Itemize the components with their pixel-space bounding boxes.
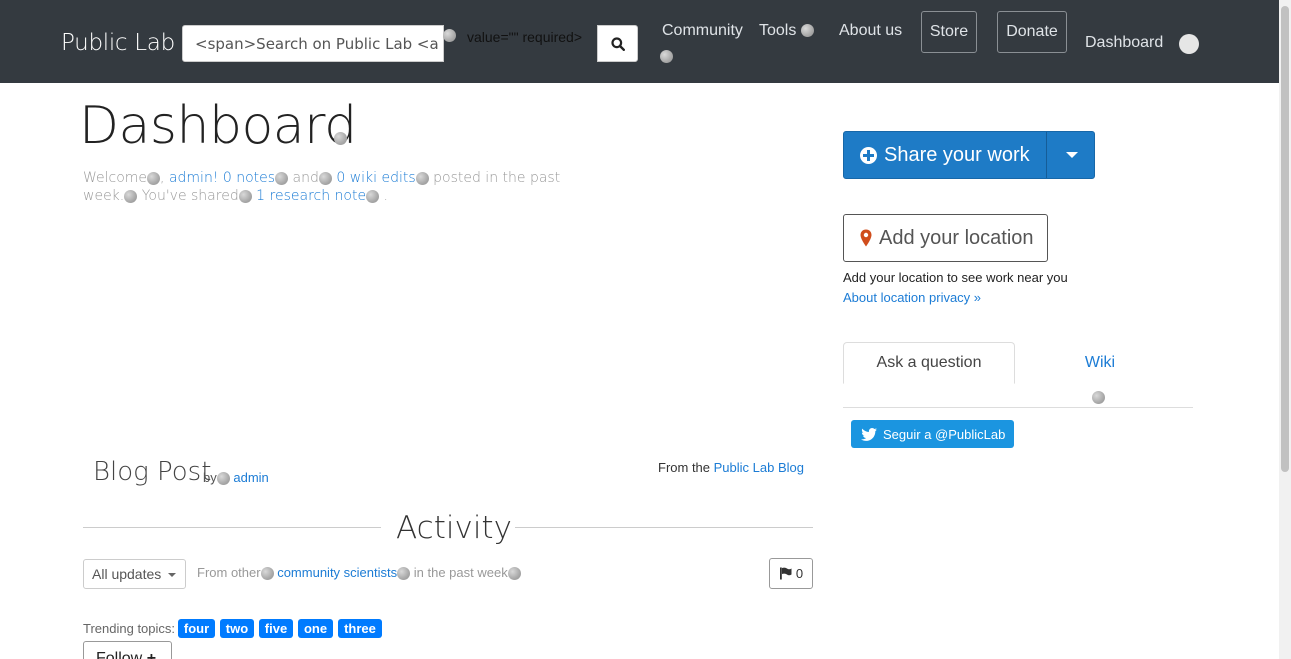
from-label: From the bbox=[658, 460, 711, 475]
flag-count: 0 bbox=[795, 566, 804, 581]
store-button[interactable]: Store bbox=[921, 11, 977, 53]
welcome-end: . bbox=[383, 188, 388, 204]
plus-icon: + bbox=[146, 650, 157, 659]
scrollbar-thumb[interactable] bbox=[1281, 6, 1289, 472]
nav-community[interactable]: Community bbox=[662, 22, 743, 40]
globe-icon bbox=[124, 189, 138, 203]
welcome-text: Welcome, admin! 0 notes and 0 wiki edits… bbox=[83, 169, 563, 205]
and-label: and bbox=[292, 170, 319, 186]
search-icon bbox=[610, 36, 625, 51]
community-scientists-link[interactable]: community scientists bbox=[277, 565, 397, 580]
blog-author-link[interactable]: admin bbox=[233, 470, 268, 485]
twitter-label: Seguir a @PublicLab bbox=[883, 426, 1006, 442]
blog-byline: by admin bbox=[203, 470, 269, 486]
admin-link[interactable]: admin! bbox=[169, 170, 218, 186]
follow-label: Follow bbox=[96, 650, 143, 659]
trending-label: Trending topics: bbox=[83, 621, 176, 636]
caret-down-icon bbox=[168, 573, 176, 577]
shared-label: You've shared bbox=[141, 188, 239, 204]
button-divider bbox=[1046, 132, 1047, 178]
globe-icon bbox=[147, 171, 161, 185]
brand-logo-text[interactable]: Public Lab bbox=[61, 30, 175, 56]
share-label: Share your work bbox=[884, 143, 1030, 166]
twitter-bird-icon bbox=[861, 427, 877, 441]
leaked-markup-text: value="" required> bbox=[467, 29, 583, 45]
filter-value: All updates bbox=[92, 566, 162, 582]
globe-icon bbox=[397, 567, 411, 581]
caret-down-icon[interactable] bbox=[1066, 152, 1078, 158]
tag-badge[interactable]: two bbox=[220, 619, 254, 638]
welcome-sep: , bbox=[160, 170, 169, 186]
globe-icon bbox=[443, 28, 456, 42]
activity-filter-select[interactable]: All updates bbox=[83, 559, 186, 589]
map-marker-icon bbox=[860, 229, 872, 247]
divider bbox=[83, 527, 381, 528]
search-button[interactable] bbox=[597, 25, 638, 62]
location-help-text: Add your location to see work near you bbox=[843, 270, 1068, 285]
location-label: Add your location bbox=[879, 226, 1034, 249]
nav-tools[interactable]: Tools bbox=[759, 22, 814, 40]
by-label: by bbox=[203, 470, 217, 485]
blog-source: From the Public Lab Blog bbox=[658, 460, 804, 475]
nav-dashboard[interactable]: Dashboard bbox=[1085, 34, 1163, 52]
globe-icon bbox=[238, 189, 252, 203]
top-navbar: Public Lab <span>Search on Public Lab <a… bbox=[0, 0, 1279, 83]
globe-icon bbox=[660, 50, 673, 63]
add-location-button[interactable]: Add your location bbox=[843, 214, 1048, 262]
welcome-label: Welcome bbox=[83, 170, 148, 186]
twitter-follow-button[interactable]: Seguir a @PublicLab bbox=[851, 420, 1014, 448]
page-title: Dashboard bbox=[79, 96, 357, 156]
tab-ask-question[interactable]: Ask a question bbox=[843, 342, 1015, 384]
notes-link[interactable]: 0 notes bbox=[223, 170, 275, 186]
tag-badge[interactable]: five bbox=[259, 619, 293, 638]
activity-heading: Activity bbox=[396, 510, 512, 546]
past-week-label: in the past week bbox=[413, 565, 508, 580]
blog-post-title[interactable]: Blog Post bbox=[93, 457, 211, 487]
globe-icon bbox=[275, 171, 289, 185]
globe-icon bbox=[800, 24, 814, 38]
follow-button[interactable]: Follow + bbox=[83, 641, 172, 659]
research-note-link[interactable]: 1 research note bbox=[256, 188, 366, 204]
from-other-label: From other bbox=[197, 565, 261, 580]
globe-icon bbox=[507, 567, 521, 581]
nav-tools-label: Tools bbox=[759, 22, 797, 39]
nav-about[interactable]: About us bbox=[839, 22, 902, 40]
tag-badge[interactable]: four bbox=[178, 619, 215, 638]
globe-icon bbox=[318, 171, 332, 185]
globe-icon bbox=[1092, 391, 1105, 404]
flag-button[interactable]: 0 bbox=[769, 558, 813, 589]
search-input[interactable]: <span>Search on Public Lab <a class bbox=[182, 25, 444, 62]
globe-icon bbox=[216, 472, 230, 486]
globe-icon bbox=[366, 189, 380, 203]
globe-icon bbox=[334, 132, 347, 145]
divider bbox=[515, 527, 813, 528]
wiki-edits-link[interactable]: 0 wiki edits bbox=[336, 170, 415, 186]
donate-button[interactable]: Donate bbox=[997, 11, 1067, 53]
tab-divider bbox=[843, 407, 1193, 408]
flag-icon bbox=[779, 567, 792, 580]
blog-source-link[interactable]: Public Lab Blog bbox=[714, 460, 804, 475]
plus-circle-icon bbox=[860, 146, 877, 164]
globe-icon bbox=[415, 171, 429, 185]
share-work-button[interactable]: Share your work bbox=[843, 131, 1095, 179]
activity-scope-text: From other community scientists in the p… bbox=[197, 565, 521, 581]
tag-badge[interactable]: one bbox=[298, 619, 333, 638]
user-avatar[interactable] bbox=[1179, 34, 1199, 54]
tab-wiki[interactable]: Wiki bbox=[1015, 342, 1185, 384]
location-privacy-link[interactable]: About location privacy » bbox=[843, 290, 981, 305]
globe-icon bbox=[260, 567, 274, 581]
share-work-main[interactable]: Share your work bbox=[844, 132, 1046, 178]
tag-badge[interactable]: three bbox=[338, 619, 382, 638]
